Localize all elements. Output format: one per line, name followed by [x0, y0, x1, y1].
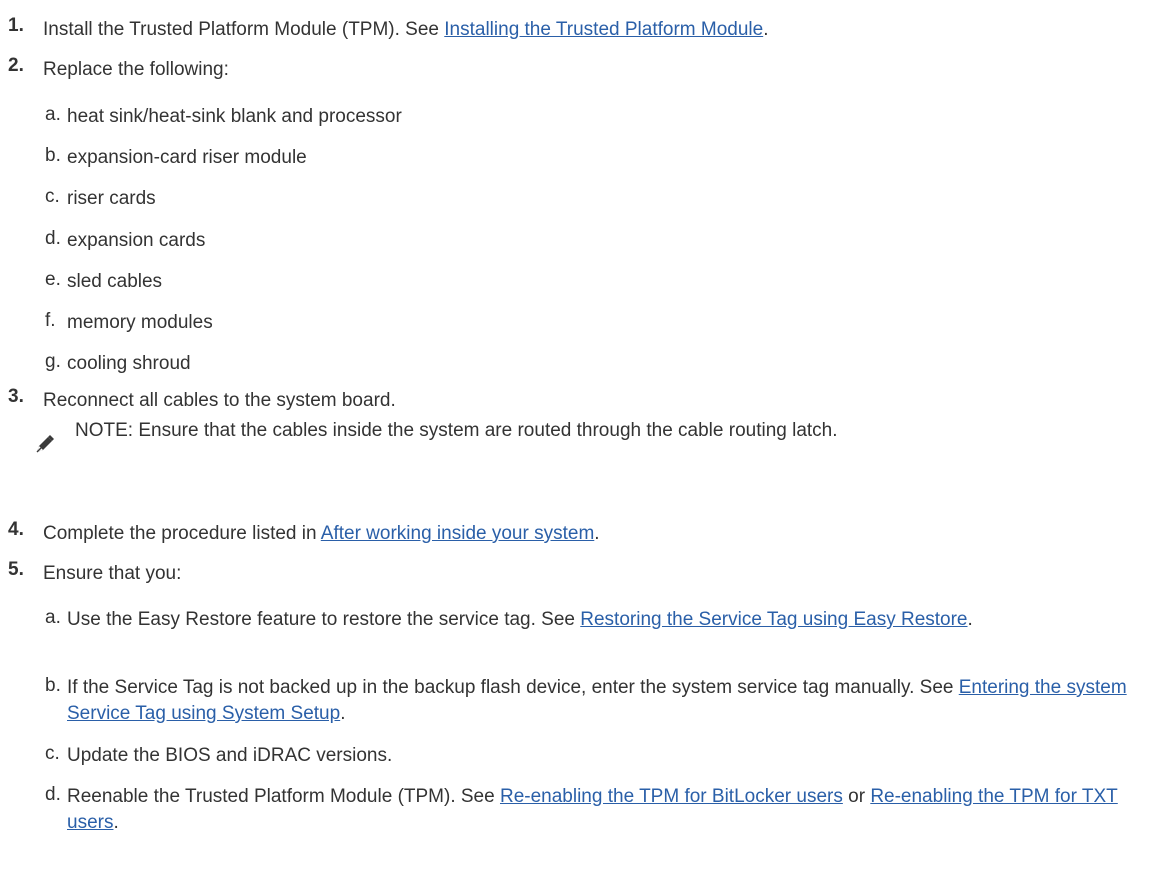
- item-letter: d.: [45, 228, 61, 249]
- item-text: expansion-card riser module: [67, 147, 307, 168]
- step-text: Ensure that you:: [43, 563, 182, 584]
- item-letter: d.: [45, 784, 61, 805]
- step-number: 1.: [8, 15, 24, 36]
- item-text: memory modules: [67, 312, 213, 333]
- item-text: expansion cards: [67, 230, 206, 251]
- step-number: 3.: [8, 386, 24, 407]
- pencil-note-icon: [33, 434, 55, 456]
- step-text-after: .: [594, 523, 600, 544]
- item-letter: b.: [45, 145, 61, 166]
- step-text: Install the Trusted Platform Module (TPM…: [43, 15, 1148, 45]
- item-text-middle: or: [842, 786, 871, 807]
- item-letter: f.: [45, 310, 56, 331]
- step-text: Reconnect all cables to the system board…: [43, 390, 396, 411]
- step-number: 4.: [8, 519, 24, 540]
- item-text-before: Reenable the Trusted Platform Module (TP…: [67, 786, 500, 807]
- item-letter: b.: [45, 675, 61, 696]
- step-text-before: Install the Trusted Platform Module (TPM…: [43, 19, 445, 40]
- item-text: sled cables: [67, 271, 163, 292]
- link-restoring-service-tag[interactable]: Restoring the Service Tag using Easy Res…: [580, 609, 967, 630]
- link-after-working[interactable]: After working inside your system: [321, 523, 595, 544]
- item-text: cooling shroud: [67, 353, 191, 374]
- item-text: Update the BIOS and iDRAC versions.: [67, 745, 393, 766]
- step-number: 2.: [8, 55, 24, 76]
- item-text: heat sink/heat-sink blank and processor: [67, 106, 402, 127]
- note-text: NOTE: Ensure that the cables inside the …: [75, 420, 838, 441]
- item-text-after: .: [113, 812, 119, 833]
- step-text: Replace the following:: [43, 59, 229, 80]
- item-text: Use the Easy Restore feature to restore …: [67, 607, 1145, 633]
- item-text-before: If the Service Tag is not backed up in t…: [67, 677, 959, 698]
- item-text: riser cards: [67, 188, 156, 209]
- step-text: Complete the procedure listed in After w…: [43, 519, 1148, 549]
- item-text: If the Service Tag is not backed up in t…: [67, 675, 1145, 727]
- item-letter: a.: [45, 104, 61, 125]
- link-reenable-tpm-bitlocker[interactable]: Re-enabling the TPM for BitLocker users: [500, 786, 843, 807]
- item-letter: a.: [45, 607, 61, 628]
- note-block: NOTE: Ensure that the cables inside the …: [33, 420, 1133, 460]
- step-text-after: .: [763, 19, 769, 40]
- item-text-after: .: [340, 703, 346, 724]
- item-letter: g.: [45, 351, 61, 372]
- item-letter: e.: [45, 269, 61, 290]
- item-letter: c.: [45, 186, 60, 207]
- link-installing-tpm[interactable]: Installing the Trusted Platform Module: [444, 19, 763, 40]
- step-text-before: Complete the procedure listed in: [43, 523, 321, 544]
- step-number: 5.: [8, 559, 24, 580]
- item-text-before: Use the Easy Restore feature to restore …: [67, 609, 581, 630]
- item-letter: c.: [45, 743, 60, 764]
- item-text-after: .: [967, 609, 973, 630]
- item-text: Reenable the Trusted Platform Module (TP…: [67, 784, 1145, 836]
